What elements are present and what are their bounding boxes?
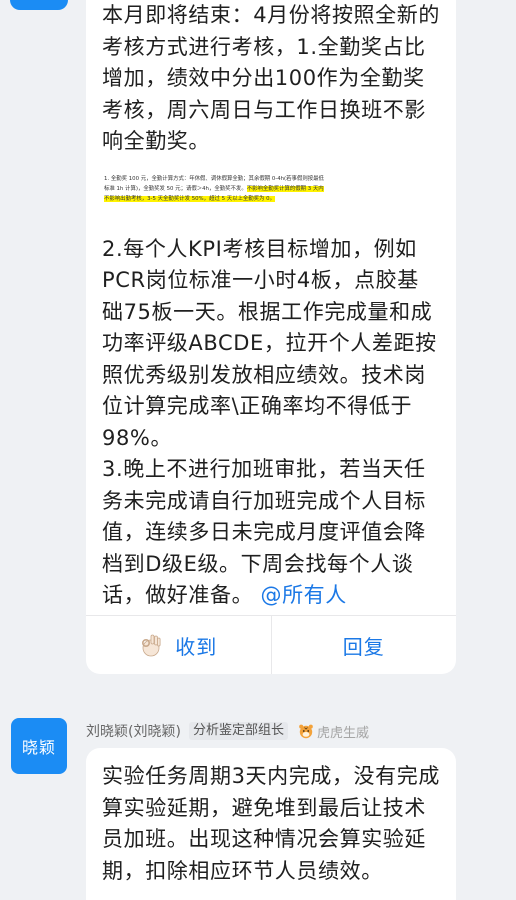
receive-label: 收到 xyxy=(175,634,218,659)
reply-label: 回复 xyxy=(342,634,385,659)
reply-button[interactable]: 回复 xyxy=(270,616,457,674)
image-text-line-2-plain: 标准 1h 计算)，全勤奖发 50 元；请假＞4h，全勤奖不发。 xyxy=(104,185,247,192)
receive-button[interactable]: 收到 xyxy=(86,616,271,674)
message-paragraph-overtime: 3.晚上不进行加班审批，若当天任务未完成请自行加班完成个人目标值，连续多日未完成… xyxy=(102,454,440,612)
image-text-line-2: 标准 1h 计算)，全勤奖发 50 元；请假＞4h，全勤奖不发。不影响全勤奖计算… xyxy=(104,184,434,194)
medal-badge: 虎虎生威 xyxy=(298,722,369,741)
image-text-line-3-highlight: 不影响出勤考核，3-5 天全勤奖计发 50%，超过 5 天以上全勤奖为 0。 xyxy=(104,195,275,202)
message-paragraph-intro: 本月即将结束：4月份将按照全新的考核方式进行考核，1.全勤奖占比增加，绩效中分出… xyxy=(102,3,440,153)
image-text-line-2-highlight: 不影响全勤奖计算的假期 3 天内 xyxy=(246,185,324,192)
announcement-message-bubble[interactable]: 本月即将结束：4月份将按照全新的考核方式进行考核，1.全勤奖占比增加，绩效中分出… xyxy=(86,0,456,674)
mention-all-link[interactable]: @所有人 xyxy=(260,583,346,607)
role-badge: 分析鉴定部组长 xyxy=(188,722,288,740)
reply-message-bubble[interactable]: 实验任务周期3天内完成，没有完成算实验延期，避免堆到最后让技术员加班。出现这种情… xyxy=(86,748,456,900)
ok-hand-icon xyxy=(142,634,161,657)
sender-info-row: 刘晓颖(刘晓颖) 分析鉴定部组长 虎虎生威 xyxy=(86,720,369,742)
message-action-bar: 收到 回复 xyxy=(86,615,456,674)
message-paragraph-kpi: 2.每个人KPI考核目标增加，例如PCR岗位标准一小时4板，点胶基础75板一天。… xyxy=(102,236,437,450)
image-text-line-1: 1. 全勤奖 100 元，全勤计算方式：年休假、调休假算全勤；其余假期 0-4h… xyxy=(104,175,324,182)
sender-name[interactable]: 刘晓颖(刘晓颖) xyxy=(86,721,181,741)
tiger-icon xyxy=(299,724,313,739)
medal-label: 虎虎生威 xyxy=(316,725,369,741)
reply-paragraph: 实验任务周期3天内完成，没有完成算实验延期，避免堆到最后让技术员加班。出现这种情… xyxy=(102,764,440,883)
image-text-line-3: 不影响出勤考核，3-5 天全勤奖计发 50%，超过 5 天以上全勤奖为 0。 xyxy=(104,194,434,204)
embedded-attendance-rule-image[interactable]: 1. 全勤奖 100 元，全勤计算方式：年休假、调休假算全勤；其余假期 0-4h… xyxy=(104,173,434,220)
reply-message-text: 实验任务周期3天内完成，没有完成算实验延期，避免堆到最后让技术员加班。出现这种情… xyxy=(86,748,456,887)
message-text: 本月即将结束：4月份将按照全新的考核方式进行考核，1.全勤奖占比增加，绩效中分出… xyxy=(86,0,456,612)
sender-avatar[interactable]: 晓颖 xyxy=(11,718,67,774)
previous-sender-avatar[interactable] xyxy=(10,0,68,10)
